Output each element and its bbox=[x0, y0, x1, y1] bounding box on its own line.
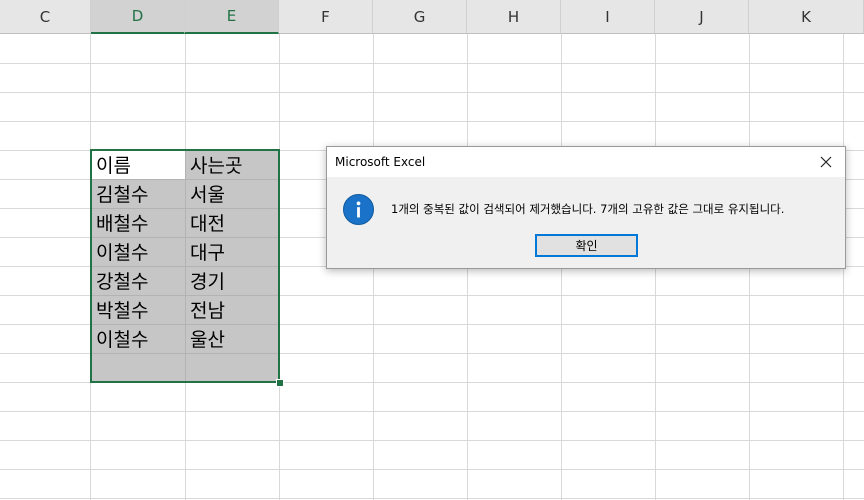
column-header-c[interactable]: C bbox=[0, 0, 91, 34]
close-icon bbox=[820, 156, 832, 168]
close-button[interactable] bbox=[817, 153, 835, 171]
ok-button[interactable]: 확인 bbox=[535, 234, 638, 257]
fill-handle[interactable] bbox=[276, 379, 284, 387]
column-header-i[interactable]: I bbox=[561, 0, 655, 34]
gridline bbox=[0, 63, 864, 64]
gridline bbox=[0, 469, 864, 470]
dialog-message: 1개의 중복된 값이 검색되어 제거했습니다. 7개의 고유한 값은 그대로 유… bbox=[391, 202, 785, 216]
column-header-e[interactable]: E bbox=[185, 0, 279, 34]
info-icon bbox=[343, 194, 374, 225]
column-header-f[interactable]: F bbox=[279, 0, 373, 34]
column-header-h[interactable]: H bbox=[467, 0, 561, 34]
gridline bbox=[0, 92, 864, 93]
selection-border bbox=[90, 149, 280, 383]
column-header-k[interactable]: K bbox=[749, 0, 864, 34]
dialog-title: Microsoft Excel bbox=[335, 155, 426, 169]
info-glyph bbox=[356, 201, 361, 218]
gridline bbox=[0, 498, 864, 499]
column-header-d[interactable]: D bbox=[91, 0, 185, 34]
column-header-g[interactable]: G bbox=[373, 0, 467, 34]
dialog-titlebar[interactable]: Microsoft Excel bbox=[327, 147, 845, 177]
gridline bbox=[0, 411, 864, 412]
gridline bbox=[0, 121, 864, 122]
column-header-j[interactable]: J bbox=[655, 0, 749, 34]
message-dialog: Microsoft Excel 1개의 중복된 값이 검색되어 제거했습니다. … bbox=[326, 146, 846, 269]
gridline bbox=[0, 440, 864, 441]
